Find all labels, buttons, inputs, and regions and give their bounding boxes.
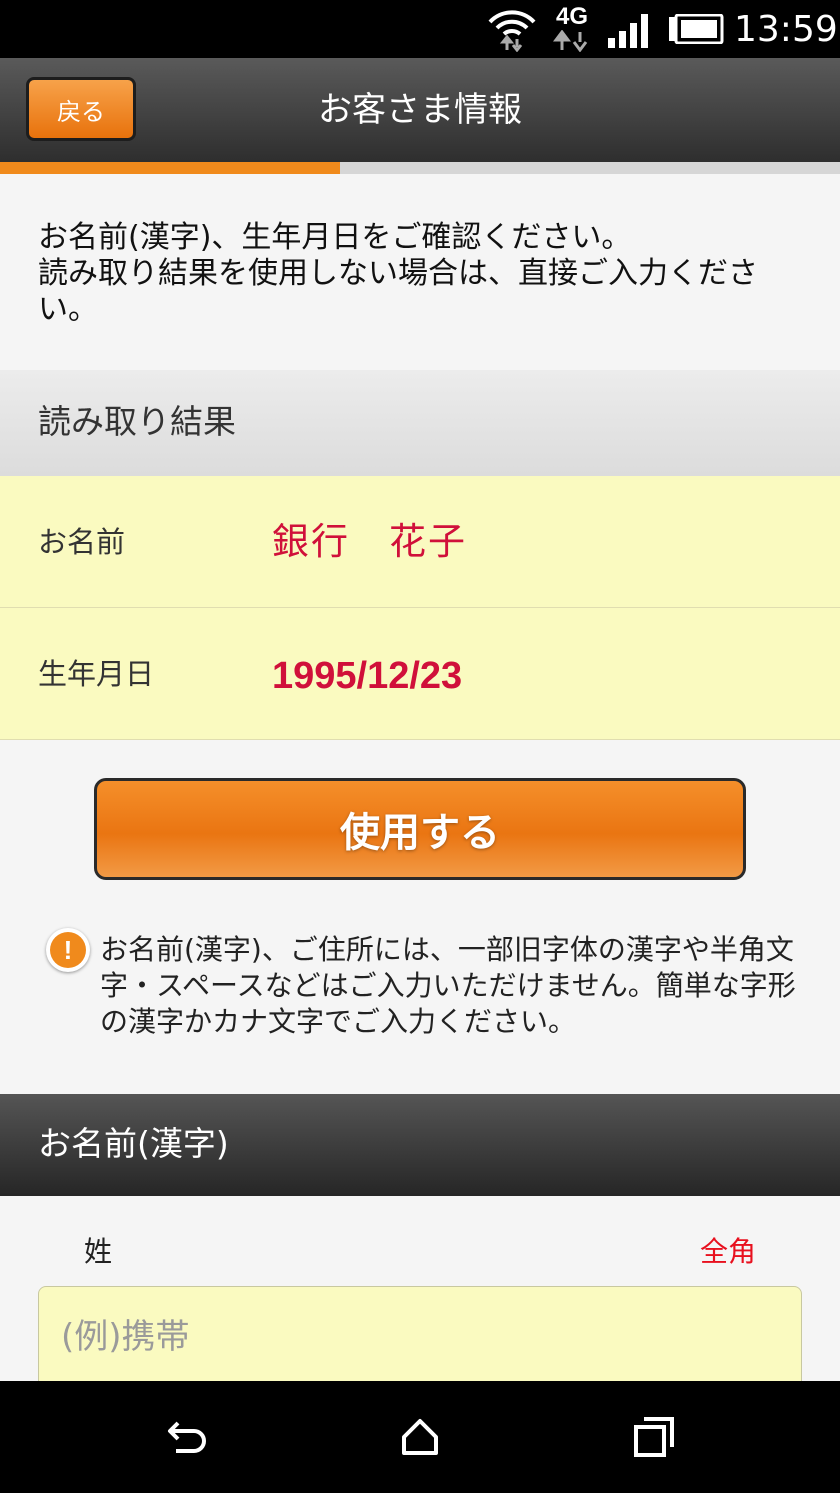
name-section-header: お名前(漢字) bbox=[0, 1094, 840, 1196]
name-section-title: お名前(漢字) bbox=[38, 1124, 229, 1163]
recents-icon[interactable] bbox=[632, 1417, 676, 1457]
status-time: 13:59 bbox=[734, 9, 838, 50]
dob-value: 1995/12/23 bbox=[272, 655, 463, 697]
use-button[interactable]: 使用する bbox=[94, 778, 746, 880]
surname-input[interactable] bbox=[38, 1286, 802, 1396]
signal-icon bbox=[608, 14, 648, 48]
home-icon[interactable] bbox=[398, 1417, 442, 1457]
intro-line-2: 読み取り結果を使用しない場合は、直接ご入力ください。 bbox=[38, 256, 758, 327]
4g-icon: 4G bbox=[552, 4, 592, 54]
intro-line-1: お名前(漢字)、生年月日をご確認ください。 bbox=[38, 220, 632, 255]
progress-fill bbox=[0, 162, 341, 174]
scan-result-title: 読み取り結果 bbox=[38, 402, 236, 441]
progress-bar bbox=[0, 162, 840, 174]
intro-text: お名前(漢字)、生年月日をご確認ください。 読み取り結果を使用しない場合は、直接… bbox=[38, 220, 808, 328]
surname-hint: 全角 bbox=[699, 1235, 756, 1268]
result-row-name: お名前 銀行 花子 bbox=[0, 476, 840, 608]
surname-label: 姓 bbox=[84, 1235, 113, 1268]
title-bar: お客さま情報 戻る bbox=[0, 58, 840, 162]
notice-text: お名前(漢字)、ご住所には、一部旧字体の漢字や半角文字・スペースなどはご入力いた… bbox=[100, 933, 796, 1038]
battery-icon bbox=[669, 14, 724, 44]
name-value: 銀行 花子 bbox=[272, 520, 467, 563]
wifi-icon bbox=[488, 10, 536, 52]
dob-label: 生年月日 bbox=[38, 657, 155, 691]
scan-result-header: 読み取り結果 bbox=[0, 370, 840, 476]
status-bar: 4G 13:59 bbox=[0, 0, 840, 58]
warning-icon: ! bbox=[46, 928, 90, 972]
result-row-dob: 生年月日 1995/12/23 bbox=[0, 608, 840, 740]
back-button[interactable]: 戻る bbox=[26, 77, 136, 141]
back-icon[interactable] bbox=[166, 1417, 210, 1457]
name-label: お名前 bbox=[38, 525, 126, 559]
navigation-bar bbox=[0, 1381, 840, 1493]
warning-icon-glyph: ! bbox=[50, 932, 86, 968]
